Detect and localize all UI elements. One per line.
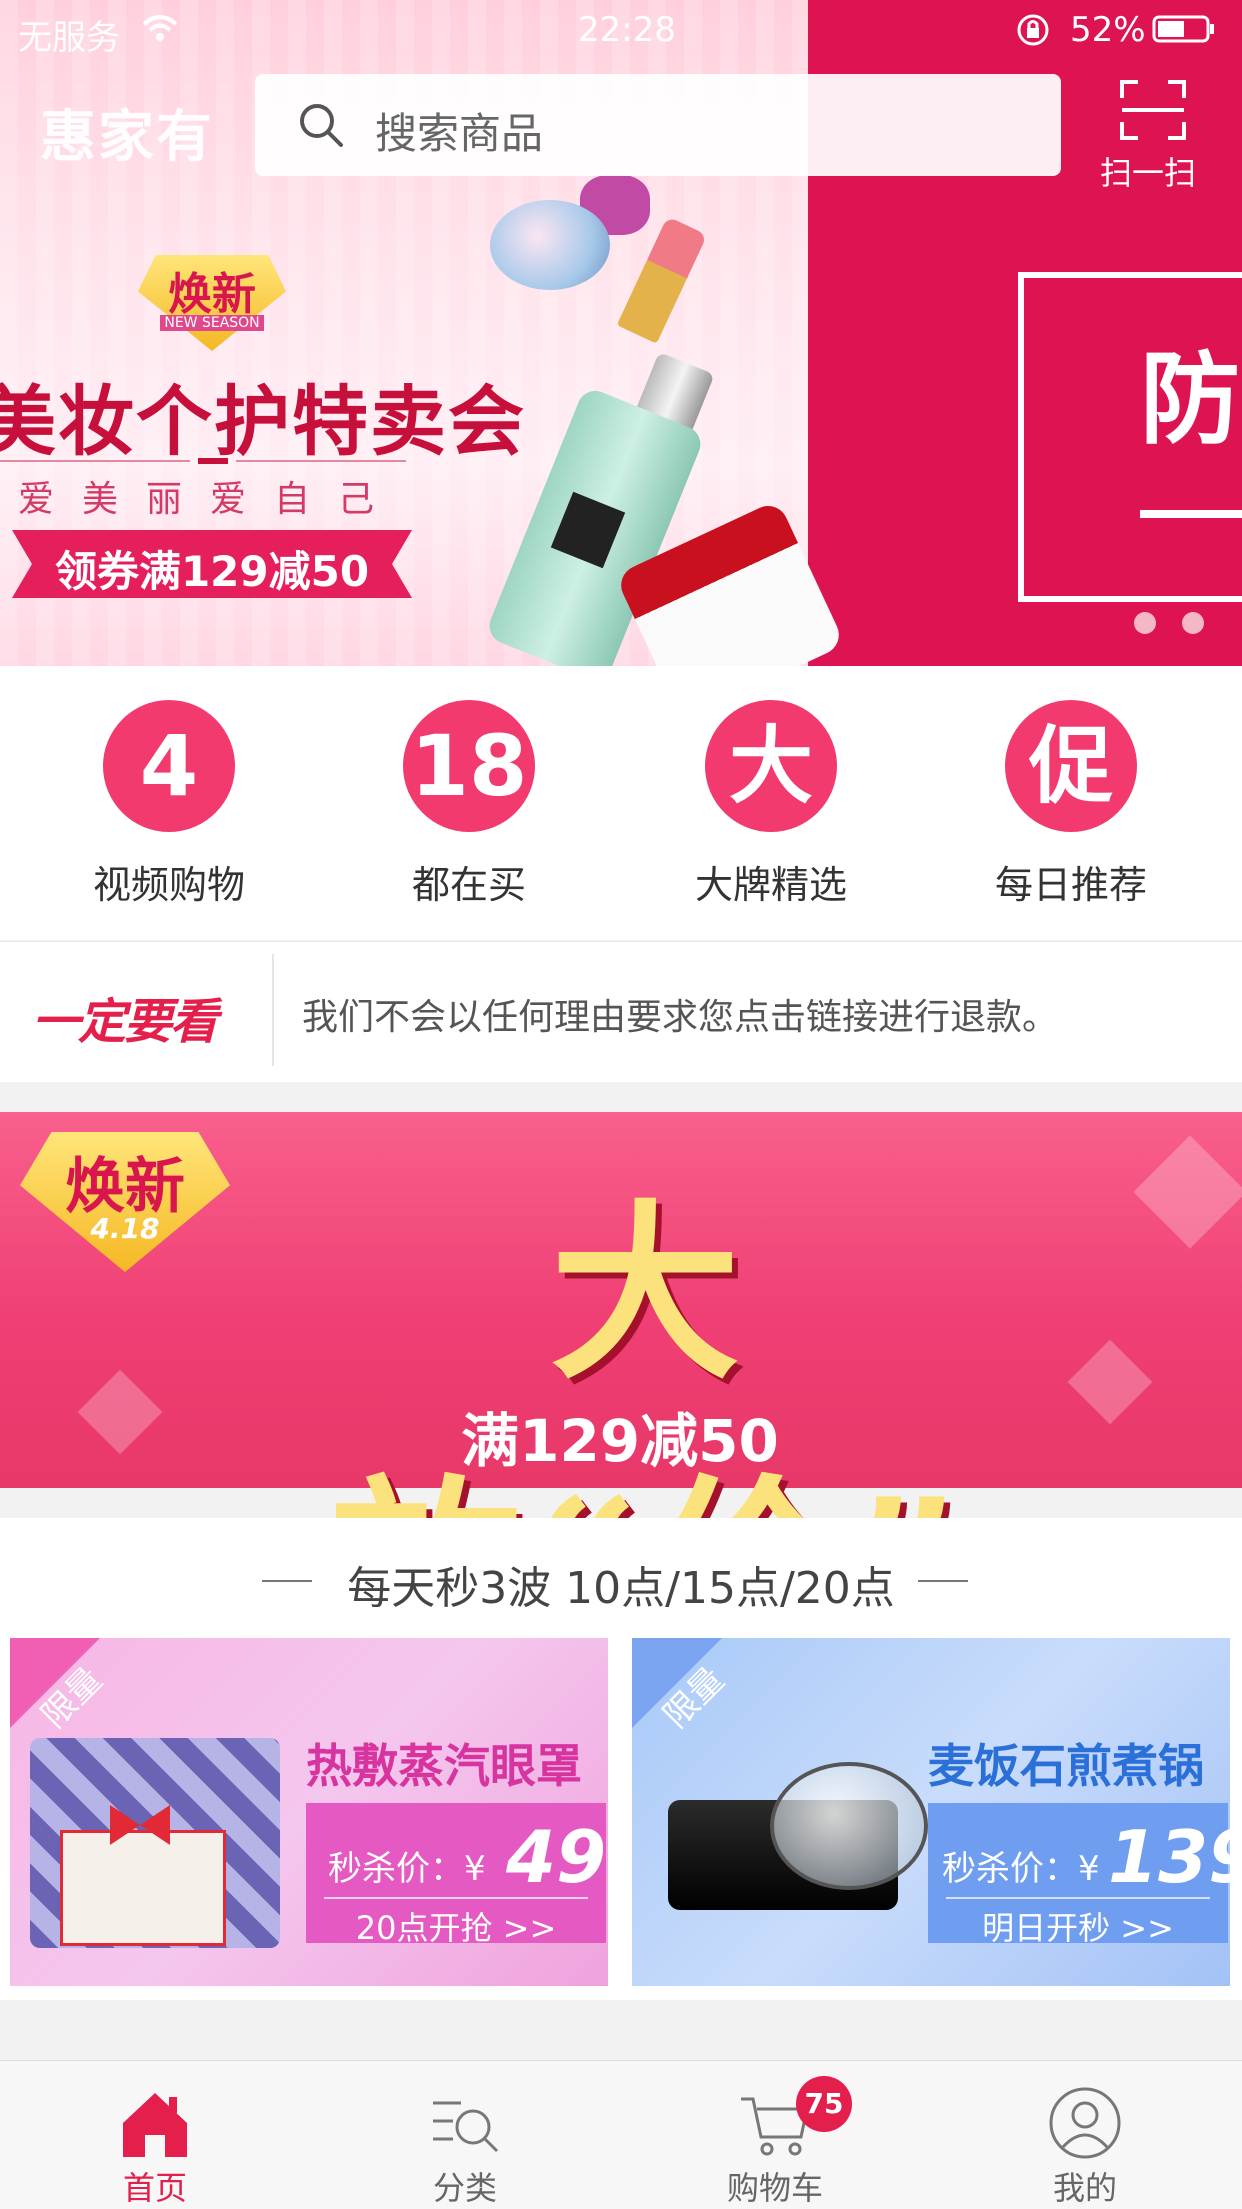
quick-nav-daily-recommend[interactable]: 促 每日推荐	[916, 666, 1226, 909]
price-box: 秒杀价：¥ 49 20点开抢 >>	[306, 1803, 607, 1947]
price-label: 秒杀价：¥	[942, 1849, 1100, 1889]
price-divider	[946, 1897, 1210, 1899]
user-icon	[1049, 2087, 1121, 2159]
glass-lid-image	[770, 1762, 928, 1890]
home-icon	[123, 2093, 187, 2157]
rotation-lock-icon	[1017, 14, 1049, 46]
app-logo[interactable]: 惠家有	[40, 92, 214, 173]
decor-diamond	[1067, 1339, 1153, 1425]
hero-divider	[236, 460, 406, 462]
tab-category[interactable]: 分类	[310, 2061, 620, 2209]
product-name: 热敷蒸汽眼罩	[306, 1739, 582, 1793]
quick-nav: 4 视频购物 18 都在买 大 大牌精选 促 每日推荐	[0, 666, 1242, 940]
price-label: 秒杀价：¥	[328, 1849, 486, 1889]
tab-profile[interactable]: 我的	[930, 2061, 1240, 2209]
carrier-status: 无服务	[18, 18, 120, 58]
tab-home[interactable]: 首页	[0, 2061, 310, 2209]
scan-label[interactable]: 扫一扫	[1100, 148, 1196, 194]
wifi-icon	[142, 15, 178, 41]
hero-subtitle: 爱美丽爱自己	[18, 479, 403, 520]
flash-sale-title: 每天秒3波 10点/15点/20点	[347, 1563, 895, 1614]
gift-box-image	[60, 1830, 226, 1946]
video-shopping-icon: 4	[103, 700, 235, 832]
price-value: 139	[1108, 1815, 1230, 1899]
brand-picks-icon: 大	[705, 700, 837, 832]
carousel-dot-1[interactable]	[1134, 612, 1156, 634]
carousel-dot-2[interactable]	[1182, 612, 1204, 634]
sale-start-label: 明日开秒 >>	[982, 1909, 1174, 1947]
quick-nav-everyone-buying[interactable]: 18 都在买	[314, 666, 624, 909]
hero-next-text: 防	[1140, 340, 1240, 458]
price-value: 49	[506, 1815, 607, 1899]
perfume-image	[490, 200, 610, 290]
hero-title: 美妆个护特卖会	[0, 377, 526, 466]
category-search-icon	[433, 2101, 499, 2153]
new-season-badge-sub: NEW SEASON	[160, 315, 264, 331]
cart-count-badge: 75	[796, 2076, 852, 2132]
hero-divider	[0, 460, 190, 462]
quick-nav-label: 每日推荐	[994, 863, 1147, 907]
tab-cart[interactable]: 购物车	[620, 2061, 930, 2209]
scan-icon[interactable]	[1118, 78, 1188, 142]
search-icon	[300, 104, 343, 147]
hero-next-line	[1140, 510, 1242, 518]
battery-percent: 52%	[1070, 10, 1146, 50]
tab-label: 首页	[122, 2169, 187, 2207]
tab-label: 分类	[432, 2169, 497, 2207]
notice-tag: 一定要看	[32, 994, 218, 1050]
sale-start-label: 20点开抢 >>	[355, 1909, 557, 1947]
decor-diamond	[77, 1369, 163, 1455]
quick-nav-label: 大牌精选	[694, 863, 847, 907]
notice-divider	[272, 954, 274, 1066]
everyone-buying-icon: 18	[403, 700, 535, 832]
search-input[interactable]: 搜索商品	[375, 100, 543, 161]
notice-text[interactable]: 我们不会以任何理由要求您点击链接进行退款。	[302, 988, 1058, 1040]
price-box: 秒杀价：¥ 139 明日开秒 >>	[928, 1803, 1230, 1947]
decor-diamond	[1133, 1135, 1242, 1249]
promo-subtitle: 满129减50	[461, 1407, 779, 1475]
daily-recommend-icon: 促	[1005, 700, 1137, 832]
tab-bar: 首页 分类 购物车 我的	[0, 2060, 1242, 2209]
price-divider	[324, 1897, 588, 1899]
promo-badge-date: 4.18	[90, 1212, 160, 1245]
hero-coupon-text: 领券满129减50	[54, 547, 370, 596]
battery-icon	[1152, 15, 1214, 43]
quick-nav-label: 都在买	[411, 863, 526, 907]
quick-nav-label: 视频购物	[92, 863, 245, 907]
tab-label: 我的	[1052, 2169, 1117, 2207]
new-season-badge-text: 焕新	[168, 269, 256, 320]
quick-nav-brand-picks[interactable]: 大 大牌精选	[616, 666, 926, 909]
product-name: 麦饭石煎煮锅	[928, 1739, 1204, 1793]
tab-label: 购物车	[726, 2169, 823, 2207]
hero-underline	[198, 458, 228, 464]
status-time: 22:28	[578, 10, 676, 50]
quick-nav-video-shopping[interactable]: 4 视频购物	[14, 666, 324, 909]
